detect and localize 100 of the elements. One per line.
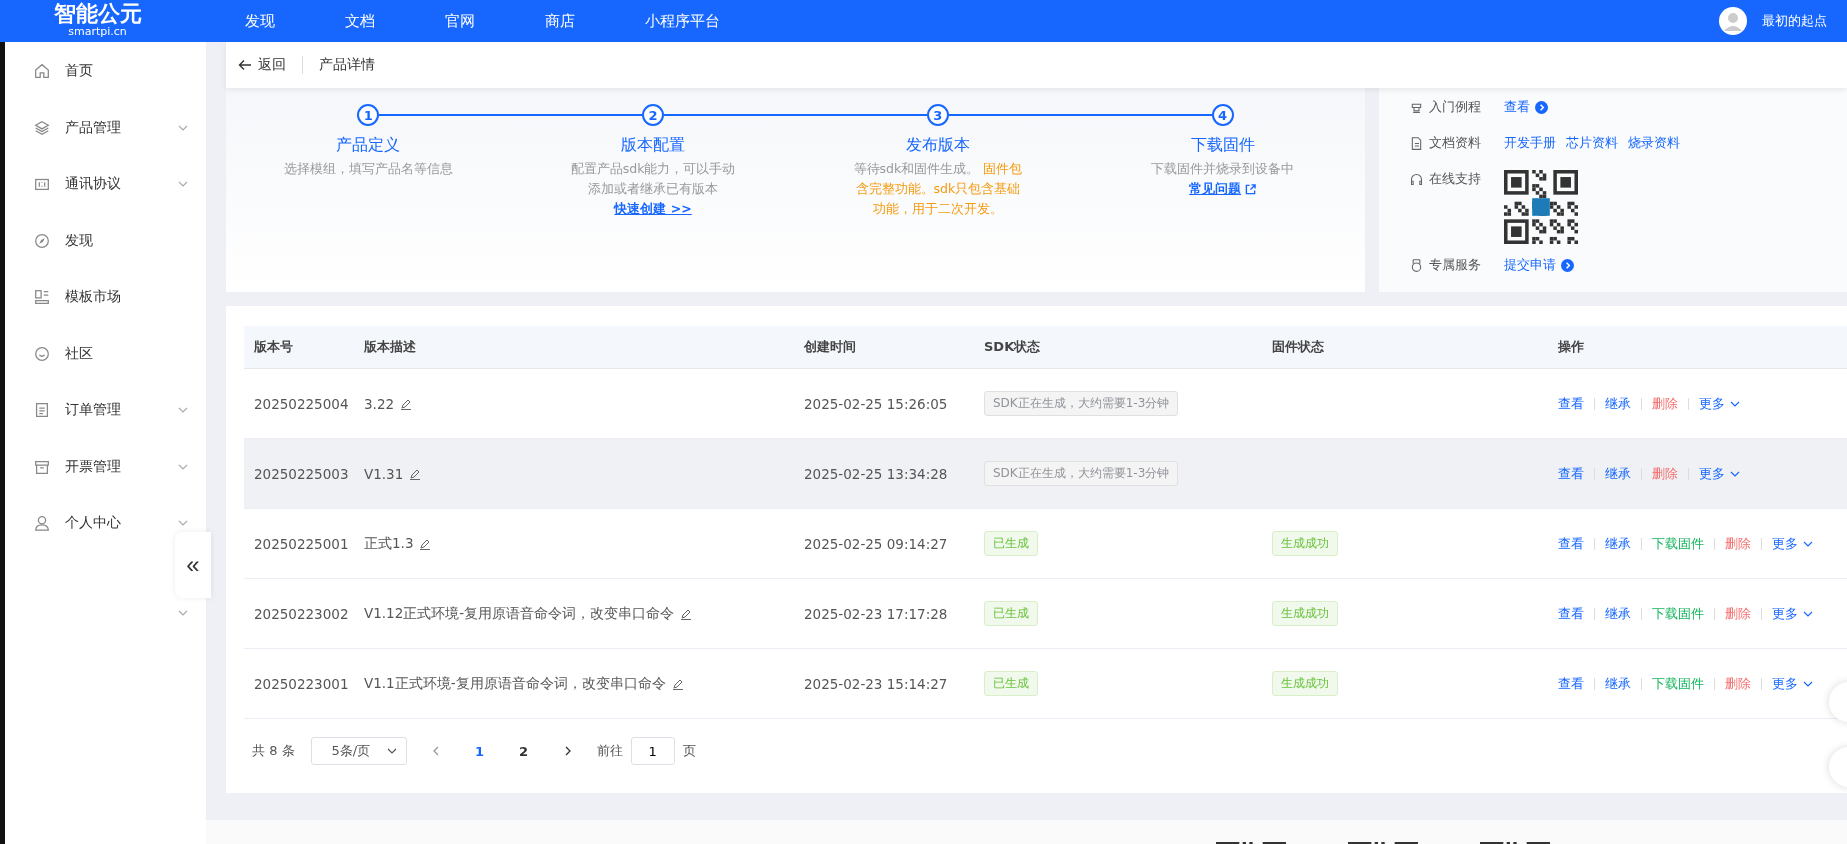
action-link[interactable]: 继承 [1594, 397, 1641, 410]
page-button[interactable]: 1 [464, 743, 495, 759]
table-cell: 20250223002 [244, 578, 354, 649]
sidebar-item[interactable]: 产品管理 [65, 118, 121, 137]
sidebar-item[interactable]: 模板市场 [65, 288, 121, 307]
action-link[interactable]: 下载固件 [1641, 607, 1714, 620]
step-description: 下载固件并烧录到设备中 [1150, 160, 1296, 178]
action-link[interactable]: 继承 [1594, 677, 1641, 690]
resource-link[interactable]: 烧录资料 [1628, 134, 1680, 152]
step-title: 下载固件 [1190, 135, 1255, 156]
sidebar-item[interactable]: 开票管理 [65, 457, 121, 476]
nav-link[interactable]: 官网 [445, 11, 545, 31]
action-link[interactable]: 查看 [1558, 397, 1594, 410]
resource-icon [1409, 135, 1424, 151]
resource-icon [1409, 171, 1424, 187]
page-button[interactable]: 2 [508, 743, 539, 759]
pencil-icon[interactable] [419, 537, 432, 550]
action-link[interactable]: 查看 [1558, 677, 1594, 690]
status-tag: 已生成 [984, 531, 1038, 556]
nav-link[interactable]: 小程序平台 [645, 11, 720, 31]
table-cell: 2025-02-23 17:17:28 [794, 578, 974, 649]
pencil-icon[interactable] [671, 677, 684, 690]
pencil-icon[interactable] [409, 467, 422, 480]
sidebar-item[interactable]: 通讯协议 [65, 175, 121, 194]
column-header: 操作 [1548, 326, 1847, 369]
sidebar-item[interactable]: 首页 [65, 62, 93, 81]
step-title: 发布版本 [905, 135, 970, 156]
arrow-left-icon [238, 58, 252, 72]
goto-label: 前往 [596, 742, 623, 760]
resource-icon [1409, 257, 1424, 273]
action-link[interactable]: 删除 [1714, 607, 1761, 620]
collapse-button[interactable]: « [175, 532, 211, 598]
nav-link[interactable]: 商店 [545, 11, 645, 31]
step-title: 产品定义 [336, 135, 401, 156]
table-cell: 2025-02-25 13:34:28 [794, 438, 974, 509]
status-tag: 生成成功 [1272, 531, 1338, 556]
table-cell: V1.1正式环境-复用原语音命令词，改变串口命令 [364, 674, 666, 693]
action-link[interactable]: 删除 [1714, 677, 1761, 690]
more-dropdown[interactable]: 更多 [1761, 677, 1824, 690]
action-link[interactable]: 继承 [1594, 467, 1641, 480]
step-description: 选择模组，填写产品名等信息 [282, 160, 454, 178]
table-cell: 20250225004 [244, 368, 354, 439]
column-header: 版本号 [244, 326, 354, 369]
pencil-icon[interactable] [680, 607, 693, 620]
page-title: 产品详情 [318, 56, 375, 74]
action-link[interactable]: 下载固件 [1641, 677, 1714, 690]
status-tag: 已生成 [984, 601, 1038, 626]
step-number: 4 [1211, 104, 1234, 126]
avatar-icon[interactable] [1718, 6, 1748, 36]
more-dropdown[interactable]: 更多 [1688, 467, 1751, 480]
table-cell: 2025-02-23 15:14:27 [794, 648, 974, 719]
sidebar-item[interactable]: 个人中心 [65, 514, 121, 533]
action-link[interactable]: 查看 [1558, 607, 1594, 620]
action-link[interactable]: 下载固件 [1641, 537, 1714, 550]
action-link[interactable]: 查看 [1558, 537, 1594, 550]
sidebar-item[interactable]: 社区 [65, 344, 93, 363]
more-dropdown[interactable]: 更多 [1761, 607, 1824, 620]
more-dropdown[interactable]: 更多 [1761, 537, 1824, 550]
resource-link[interactable]: 开发手册 [1504, 134, 1556, 152]
user-name[interactable]: 最初的起点 [1762, 12, 1827, 30]
resource-link[interactable]: 芯片资料 [1566, 134, 1618, 152]
table-cell: 2025-02-25 15:26:05 [794, 368, 974, 439]
column-header: 版本描述 [354, 326, 794, 369]
resource-label: 专属服务 [1429, 256, 1481, 274]
column-header: 固件状态 [1262, 326, 1548, 369]
resource-link[interactable]: 提交申请 [1504, 256, 1574, 274]
menu-item-icon [33, 231, 51, 250]
nav-link[interactable]: 发现 [245, 11, 345, 31]
pencil-icon[interactable] [400, 397, 413, 410]
sidebar-item[interactable]: 发现 [65, 231, 93, 250]
back-button[interactable]: 返回 [238, 56, 303, 74]
step-number: 1 [357, 104, 380, 126]
status-tag: 生成成功 [1272, 601, 1338, 626]
table-cell: 正式1.3 [364, 534, 414, 553]
step-link[interactable]: 常见问题 [1189, 181, 1257, 198]
table-cell: 20250225003 [244, 438, 354, 509]
step-title: 版本配置 [621, 135, 686, 156]
more-dropdown[interactable]: 更多 [1688, 397, 1751, 410]
column-header: 创建时间 [794, 326, 974, 369]
resource-label: 入门例程 [1429, 98, 1481, 116]
action-link[interactable]: 删除 [1714, 537, 1761, 550]
sidebar-item[interactable]: 订单管理 [65, 401, 121, 420]
status-tag: 生成成功 [1272, 671, 1338, 696]
status-tag: SDK正在生成，大约需要1-3分钟 [984, 461, 1179, 486]
step-number: 2 [642, 104, 665, 126]
action-link[interactable]: 继承 [1594, 537, 1641, 550]
action-link[interactable]: 查看 [1558, 467, 1594, 480]
step-link[interactable]: 快速创建 >> [614, 201, 692, 218]
resource-link[interactable]: 查看 [1504, 98, 1548, 116]
action-link[interactable]: 继承 [1594, 607, 1641, 620]
logo-domain: smartpi.cn [68, 26, 127, 38]
menu-item-icon [33, 344, 51, 363]
page-size-select[interactable]: 5条/页 [310, 737, 407, 765]
table-cell: 3.22 [364, 395, 395, 412]
action-link[interactable]: 删除 [1641, 397, 1688, 410]
goto-input[interactable]: 1 [630, 737, 675, 765]
action-link[interactable]: 删除 [1641, 467, 1688, 480]
menu-item-icon [33, 401, 51, 420]
nav-link[interactable]: 文档 [345, 11, 445, 31]
table-cell: 2025-02-25 09:14:27 [794, 508, 974, 579]
